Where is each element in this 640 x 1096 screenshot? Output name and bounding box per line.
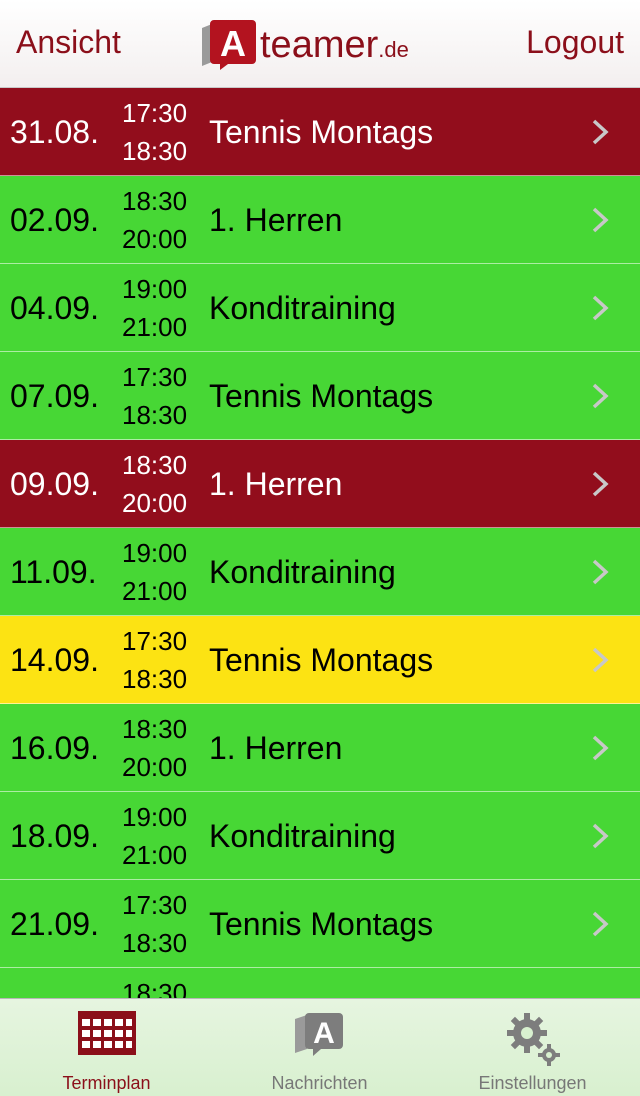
event-list[interactable]: 31.08. 17:30 18:30 Tennis Montags 02.09.… xyxy=(0,88,640,998)
event-start-time: 18:30 xyxy=(122,186,188,216)
event-start-time: 18:30 xyxy=(122,714,188,744)
event-title: 1. Herren xyxy=(209,466,343,502)
event-end-time: 18:30 xyxy=(122,136,188,166)
event-title: Konditraining xyxy=(209,818,396,854)
event-row[interactable]: 16.09. 18:30 20:00 1. Herren xyxy=(0,704,640,792)
view-button[interactable]: Ansicht xyxy=(16,24,121,61)
message-icon-letter: A xyxy=(313,1017,335,1050)
tab-bar: Terminplan A Nachrichten Einstellungen xyxy=(0,998,640,1096)
chevron-right-icon xyxy=(592,295,609,321)
tab-terminplan[interactable]: Terminplan xyxy=(0,999,213,1096)
event-row[interactable]: 31.08. 17:30 18:30 Tennis Montags xyxy=(0,88,640,176)
event-row[interactable]: 07.09. 17:30 18:30 Tennis Montags xyxy=(0,352,640,440)
event-start-time: 17:30 xyxy=(122,362,188,392)
event-start-time: 19:00 xyxy=(122,274,188,304)
chevron-right-icon xyxy=(592,207,609,233)
event-end-time: 20:00 xyxy=(122,488,188,518)
event-end-time: 20:00 xyxy=(122,224,188,254)
navigation-bar: Ansicht A teamer.de Logout xyxy=(0,0,640,88)
chevron-right-icon xyxy=(592,471,609,497)
event-date: 09.09. xyxy=(10,466,99,502)
event-start-time: 17:30 xyxy=(122,890,188,920)
calendar-grid-icon xyxy=(77,1011,136,1055)
chevron-right-icon xyxy=(592,559,609,585)
event-title: 1. Herren xyxy=(209,202,343,238)
logo-speech-bubble-icon: A xyxy=(202,20,256,70)
event-start-time: 18:30 xyxy=(122,450,188,480)
event-title: Tennis Montags xyxy=(209,378,434,414)
event-end-time: 21:00 xyxy=(122,312,188,342)
event-title: Tennis Montags xyxy=(209,906,434,942)
event-start-time: 19:00 xyxy=(122,538,188,568)
chevron-right-icon xyxy=(592,119,609,145)
event-title: Tennis Montags xyxy=(209,114,434,150)
event-date: 07.09. xyxy=(10,378,99,414)
tab-label: Nachrichten xyxy=(271,1073,368,1093)
event-start-time: 18:30 xyxy=(122,978,188,998)
event-row[interactable]: 02.09. 18:30 20:00 1. Herren xyxy=(0,176,640,264)
event-title: 1. Herren xyxy=(209,730,343,766)
event-date: 31.08. xyxy=(10,114,99,150)
event-date: 11.09. xyxy=(10,554,97,590)
event-date: 14.09. xyxy=(10,642,99,678)
event-end-time: 21:00 xyxy=(122,576,188,606)
event-title: Konditraining xyxy=(209,290,396,326)
tab-nachrichten[interactable]: A Nachrichten xyxy=(213,999,426,1096)
event-row[interactable]: 14.09. 17:30 18:30 Tennis Montags xyxy=(0,616,640,704)
event-row[interactable]: 18:30 xyxy=(0,968,640,998)
chevron-right-icon xyxy=(592,823,609,849)
ateamer-logo: A teamer.de xyxy=(198,18,448,70)
tab-label: Terminplan xyxy=(62,1073,151,1093)
chevron-right-icon xyxy=(592,647,609,673)
event-row[interactable]: 11.09. 19:00 21:00 Konditraining xyxy=(0,528,640,616)
event-date: 04.09. xyxy=(10,290,99,326)
logo-tld: .de xyxy=(378,37,409,62)
event-start-time: 17:30 xyxy=(122,626,188,656)
event-end-time: 20:00 xyxy=(122,752,188,782)
event-end-time: 18:30 xyxy=(122,664,188,694)
event-row[interactable]: 04.09. 19:00 21:00 Konditraining xyxy=(0,264,640,352)
chevron-right-icon xyxy=(592,911,609,937)
tab-label: Einstellungen xyxy=(478,1073,587,1093)
event-row[interactable]: 18.09. 19:00 21:00 Konditraining xyxy=(0,792,640,880)
event-end-time: 18:30 xyxy=(122,400,188,430)
event-row[interactable]: 21.09. 17:30 18:30 Tennis Montags xyxy=(0,880,640,968)
event-title: Tennis Montags xyxy=(209,642,434,678)
logo-wordmark: teamer.de xyxy=(260,24,409,67)
event-title: Konditraining xyxy=(209,554,396,590)
event-row[interactable]: 09.09. 18:30 20:00 1. Herren xyxy=(0,440,640,528)
event-end-time: 21:00 xyxy=(122,840,188,870)
message-bubbles-icon: A xyxy=(294,1013,343,1056)
tab-einstellungen[interactable]: Einstellungen xyxy=(426,999,639,1096)
event-date: 18.09. xyxy=(10,818,99,854)
logo-word: teamer xyxy=(260,24,379,66)
event-date: 02.09. xyxy=(10,202,99,238)
logo-letter: A xyxy=(220,23,246,64)
event-start-time: 17:30 xyxy=(122,98,188,128)
event-date: 21.09. xyxy=(10,906,99,942)
gears-icon xyxy=(506,1013,560,1066)
event-start-time: 19:00 xyxy=(122,802,188,832)
chevron-right-icon xyxy=(592,383,609,409)
chevron-right-icon xyxy=(592,735,609,761)
event-date: 16.09. xyxy=(10,730,99,766)
logout-button[interactable]: Logout xyxy=(526,24,624,61)
event-end-time: 18:30 xyxy=(122,928,188,958)
